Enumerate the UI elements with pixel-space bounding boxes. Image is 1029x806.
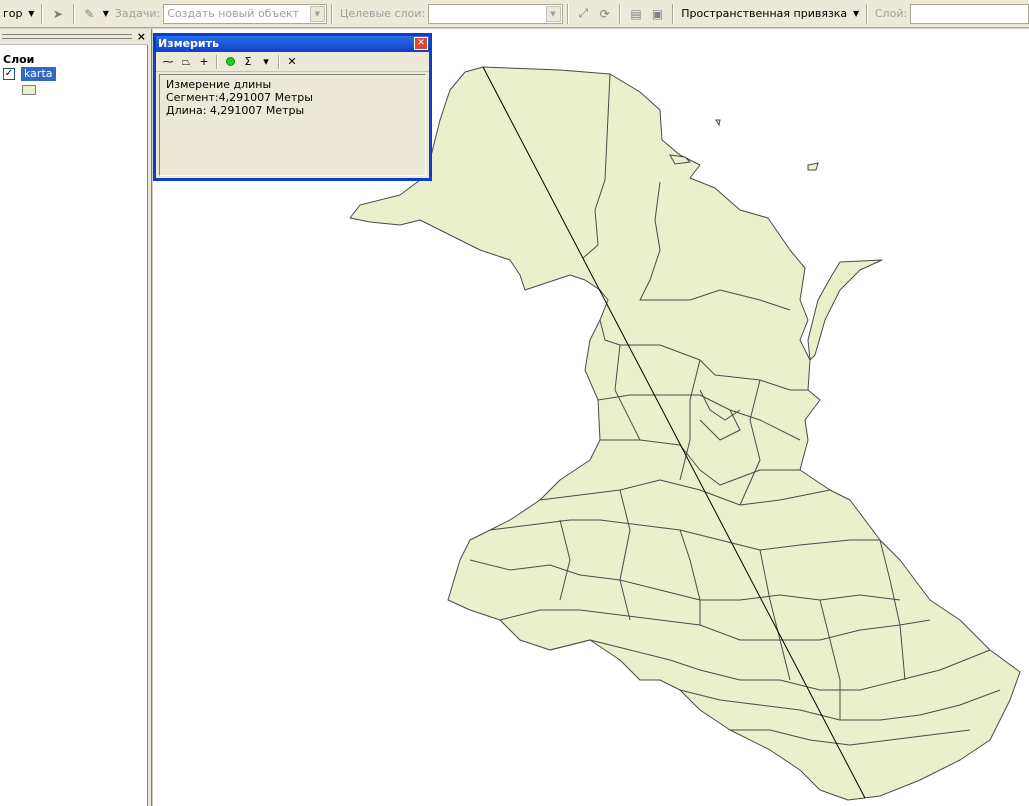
tasks-select-value: Создать новый объект: [167, 7, 300, 20]
layer-visibility-checkbox[interactable]: ✓: [3, 68, 15, 80]
toolbar-separator: [672, 3, 675, 24]
toc-titlebar[interactable]: ×: [0, 29, 148, 45]
choose-units-icon[interactable]: ▾: [257, 54, 275, 70]
toolbar-separator: [72, 3, 75, 24]
region-spit: [807, 259, 883, 361]
measure-result-line: Сегмент:4,291007 Метры: [166, 91, 313, 104]
target-layers-label: Целевые слои:: [339, 7, 426, 20]
close-icon[interactable]: ✕: [414, 37, 428, 50]
toolbar-separator: [41, 3, 44, 24]
measure-results: Измерение длины Сегмент:4,291007 Метры Д…: [159, 74, 426, 176]
toolbar-separator: [865, 3, 868, 24]
clear-icon[interactable]: ✕: [283, 54, 301, 70]
toolbar-separator: [619, 3, 622, 24]
layer-name[interactable]: karta: [21, 67, 56, 81]
measure-toolbar: ⁓ ⏢ + Σ ▾ ✕: [156, 52, 429, 72]
measure-dialog-titlebar[interactable]: Измерить ✕: [156, 36, 429, 52]
show-total-icon[interactable]: Σ: [239, 54, 257, 70]
region-outline: [349, 66, 1021, 801]
close-icon[interactable]: ×: [137, 30, 146, 43]
region-layer: [349, 66, 1021, 801]
chevron-down-icon[interactable]: ▼: [100, 9, 112, 18]
edit-tool-icon[interactable]: ➤: [47, 3, 68, 25]
sketch-tool-icon[interactable]: ✎: [79, 3, 100, 25]
chevron-down-icon[interactable]: ▼: [545, 5, 561, 22]
snapping-menu[interactable]: Пространственная привязка: [678, 7, 850, 20]
measure-dialog: Измерить ✕ ⁓ ⏢ + Σ ▾ ✕ Измерение длины С…: [153, 33, 432, 181]
chevron-down-icon[interactable]: ▼: [309, 5, 325, 22]
measure-line-icon[interactable]: ⁓: [159, 54, 177, 70]
rotate-tool-icon[interactable]: ⟳: [594, 3, 615, 25]
toolbar-separator: [216, 54, 218, 69]
measure-result-line: Измерение длины: [166, 78, 272, 91]
grip-handle[interactable]: [2, 34, 132, 39]
layers-heading: Слои: [3, 53, 35, 66]
measure-dialog-title: Измерить: [158, 37, 219, 50]
measure-result-line: Длина: 4,291007 Метры: [166, 104, 305, 117]
editor-toolbar: гор ▼ ➤ ✎ ▼ Задачи: Создать новый объект…: [0, 0, 1029, 28]
attributes-icon[interactable]: ▤: [625, 3, 646, 25]
measure-feature-icon[interactable]: +: [195, 54, 213, 70]
target-layers-select[interactable]: ▼: [428, 3, 563, 24]
island: [807, 162, 819, 171]
table-of-contents: × Слои ✓ karta: [0, 29, 148, 806]
layer-label: Слой:: [874, 7, 908, 20]
panel-splitter[interactable]: [148, 29, 152, 806]
tasks-select[interactable]: Создать новый объект ▼: [163, 3, 327, 24]
snap-to-feature-icon[interactable]: [221, 54, 239, 70]
toolbar-separator: [278, 54, 280, 69]
chevron-down-icon[interactable]: ▼: [850, 9, 862, 18]
split-tool-icon[interactable]: ⤢: [573, 3, 594, 25]
tasks-label: Задачи:: [114, 7, 161, 20]
layer-symbol-swatch[interactable]: [22, 85, 36, 95]
editor-menu[interactable]: гор: [0, 7, 26, 20]
layer-select[interactable]: [910, 3, 1029, 24]
toolbar-separator: [330, 3, 333, 24]
chevron-down-icon[interactable]: ▼: [26, 9, 38, 18]
sketch-properties-icon[interactable]: ▣: [647, 3, 668, 25]
measure-area-icon[interactable]: ⏢: [177, 54, 195, 70]
island: [715, 119, 721, 127]
toolbar-separator: [566, 3, 569, 24]
